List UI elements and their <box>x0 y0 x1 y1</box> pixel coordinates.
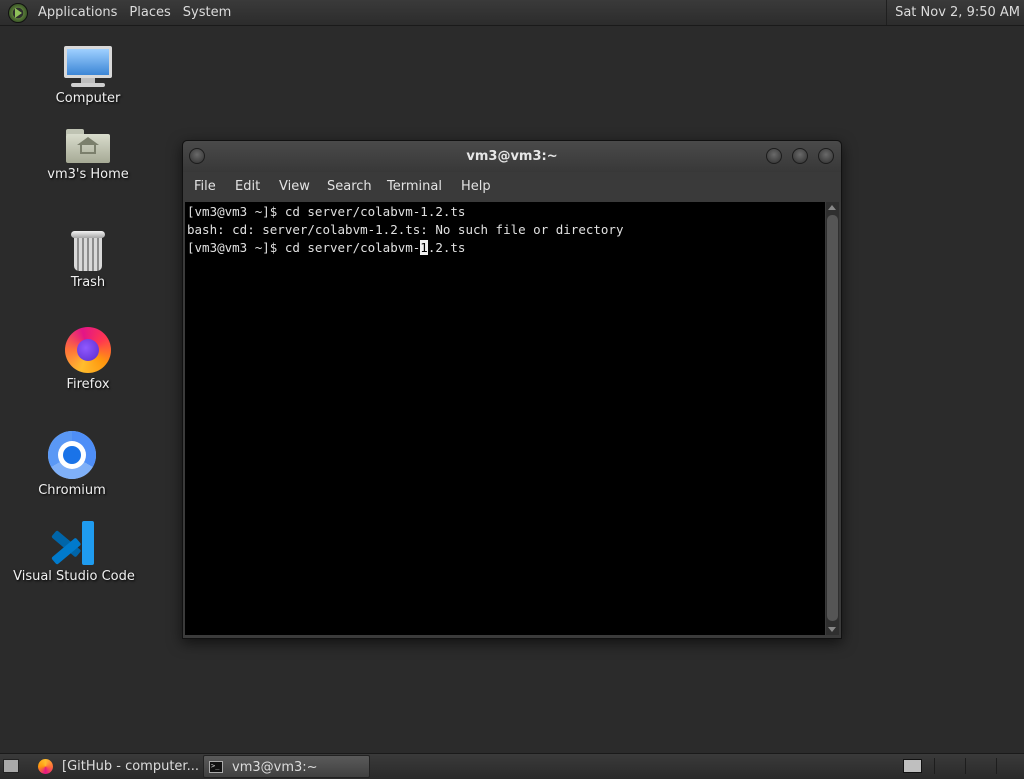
taskbar-item-terminal[interactable]: vm3@vm3:~ <box>203 755 370 778</box>
trash-icon <box>33 231 143 271</box>
desktop-icon-home[interactable]: vm3's Home <box>33 129 143 182</box>
desktop-icon-label: Chromium <box>38 483 106 498</box>
desktop-icon-label: Visual Studio Code <box>13 569 135 584</box>
desktop-icon-label: vm3's Home <box>47 167 129 182</box>
workspace-1[interactable] <box>903 759 922 773</box>
menu-help[interactable]: Help <box>461 179 491 194</box>
window-titlebar[interactable]: vm3@vm3:~ <box>183 141 841 172</box>
menu-view[interactable]: View <box>279 179 310 194</box>
terminal-line: bash: cd: server/colabvm-1.2.ts: No such… <box>187 222 624 237</box>
top-panel: Applications Places System Sat Nov 2, 9:… <box>0 0 1024 26</box>
bottom-panel: [GitHub - computer... vm3@vm3:~ <box>0 753 1024 779</box>
maximize-button[interactable] <box>792 148 808 164</box>
scrollbar-thumb[interactable] <box>827 215 838 621</box>
applications-menu[interactable]: Applications <box>32 5 123 20</box>
workspace-4[interactable] <box>996 758 1024 774</box>
text-cursor: 1 <box>420 240 428 255</box>
computer-icon <box>33 46 143 87</box>
scroll-down-arrow-icon[interactable] <box>828 627 836 632</box>
menu-file[interactable]: File <box>194 179 216 194</box>
desktop-icon-firefox[interactable]: Firefox <box>33 327 143 392</box>
terminal-output[interactable]: [vm3@vm3 ~]$ cd server/colabvm-1.2.ts bas… <box>185 202 825 635</box>
vertical-scrollbar[interactable] <box>826 202 839 635</box>
desktop-icon-chromium[interactable]: Chromium <box>17 431 127 498</box>
firefox-icon <box>38 759 53 774</box>
taskbar-item-firefox[interactable]: [GitHub - computer... <box>34 755 200 778</box>
firefox-icon <box>33 327 143 373</box>
terminal-menubar: File Edit View Search Terminal Help <box>183 172 841 202</box>
prompt-text: [vm3@vm3 ~]$ cd server/colabvm- <box>187 240 421 255</box>
minimize-button[interactable] <box>766 148 782 164</box>
menu-edit[interactable]: Edit <box>235 179 260 194</box>
window-title: vm3@vm3:~ <box>466 149 558 164</box>
menu-search[interactable]: Search <box>327 179 372 194</box>
scroll-up-arrow-icon[interactable] <box>828 205 836 210</box>
terminal-line: [vm3@vm3 ~]$ cd server/colabvm-1.2.ts <box>187 204 466 219</box>
chromium-icon <box>17 431 127 479</box>
terminal-prompt-line: [vm3@vm3 ~]$ cd server/colabvm-1.2.ts <box>187 239 825 257</box>
home-folder-icon <box>33 129 143 163</box>
system-menu[interactable]: System <box>177 5 237 20</box>
taskbar-item-label: [GitHub - computer... <box>62 759 199 774</box>
workspace-2[interactable] <box>934 758 964 774</box>
desktop-icon-label: Firefox <box>66 377 110 392</box>
desktop-icon-computer[interactable]: Computer <box>33 46 143 106</box>
workspace-3[interactable] <box>965 758 995 774</box>
menu-terminal[interactable]: Terminal <box>387 179 442 194</box>
show-desktop-icon[interactable] <box>3 759 19 773</box>
desktop-icon-vscode[interactable]: Visual Studio Code <box>12 521 136 584</box>
clock[interactable]: Sat Nov 2, 9:50 AM <box>886 0 1024 25</box>
desktop-icon-trash[interactable]: Trash <box>33 231 143 290</box>
menu-logo-icon[interactable] <box>8 2 28 23</box>
desktop-icon-label: Trash <box>70 275 106 290</box>
vscode-icon <box>12 521 136 565</box>
terminal-window[interactable]: vm3@vm3:~ File Edit View Search Terminal… <box>182 140 842 639</box>
desktop-icon-label: Computer <box>55 91 121 106</box>
prompt-text-after: .2.ts <box>427 240 466 255</box>
taskbar-item-label: vm3@vm3:~ <box>232 760 318 775</box>
places-menu[interactable]: Places <box>123 5 176 20</box>
terminal-icon <box>209 755 223 778</box>
close-button[interactable] <box>818 148 834 164</box>
